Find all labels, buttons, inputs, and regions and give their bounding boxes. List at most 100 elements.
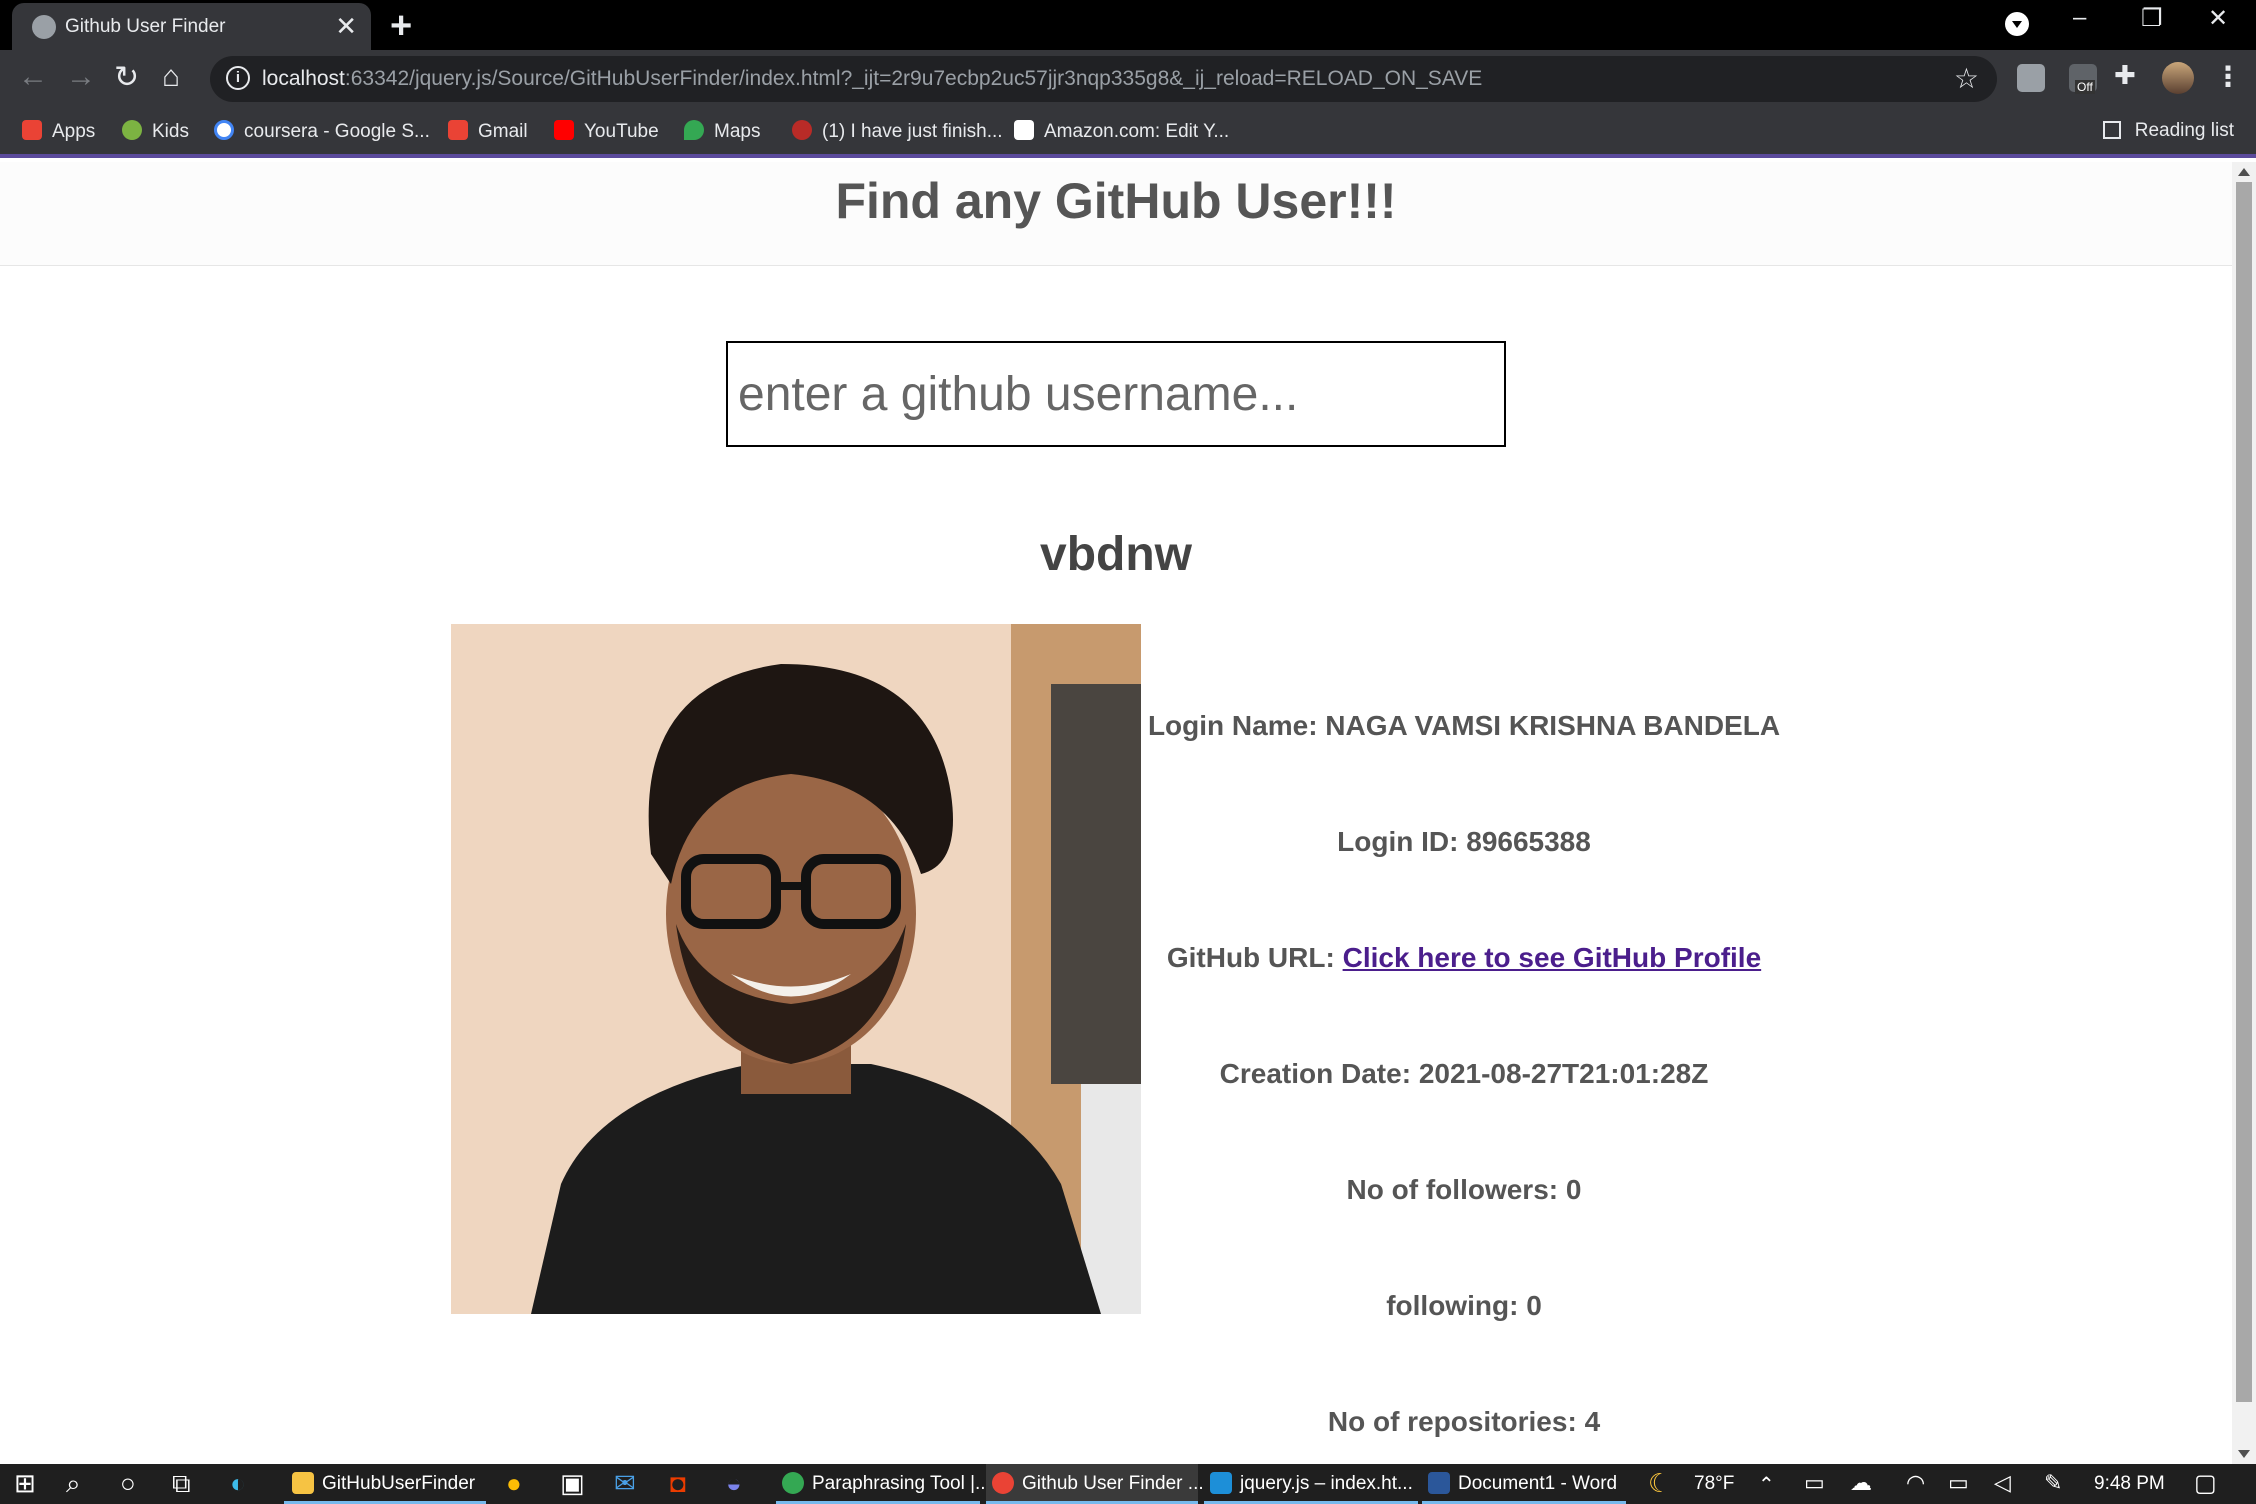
tab-title: Github User Finder bbox=[65, 16, 226, 37]
globe-icon bbox=[32, 15, 56, 39]
extensions-puzzle-icon[interactable]: ✚ bbox=[2114, 60, 2136, 91]
reload-icon[interactable]: ↻ bbox=[114, 60, 139, 95]
followers-line: No of followers: 0 bbox=[1346, 1174, 1582, 1205]
reading-list-icon bbox=[2102, 121, 2121, 139]
word-icon bbox=[1428, 1472, 1450, 1494]
bookmark-apps[interactable]: Apps bbox=[22, 120, 95, 143]
user-avatar-image bbox=[451, 624, 1141, 1314]
new-tab-button[interactable]: + bbox=[390, 5, 412, 48]
page-title: Find any GitHub User!!! bbox=[835, 173, 1397, 229]
followers-value: 0 bbox=[1565, 1174, 1582, 1205]
gmail-icon bbox=[448, 120, 468, 140]
reading-list-button[interactable]: Reading list bbox=[2102, 120, 2234, 142]
login-id-line: Login ID: 89665388 bbox=[1337, 826, 1591, 857]
cortana-icon[interactable]: ○ bbox=[120, 1468, 136, 1499]
bookmark-amazon[interactable]: Amazon.com: Edit Y... bbox=[1014, 120, 1229, 143]
extension-off-icon[interactable]: Off bbox=[2069, 64, 2097, 94]
weather-temp[interactable]: 78°F bbox=[1694, 1464, 1734, 1504]
browser-title-bar: Github User Finder ✕ + – ❐ ✕ bbox=[0, 0, 2256, 50]
folder-icon bbox=[292, 1472, 314, 1494]
following-line: following: 0 bbox=[1386, 1290, 1542, 1321]
apps-grid-icon bbox=[22, 120, 42, 140]
bookmark-star-icon[interactable]: ☆ bbox=[1954, 62, 1979, 95]
amazon-icon bbox=[1014, 120, 1034, 140]
extension-icon[interactable] bbox=[2017, 64, 2045, 92]
home-icon[interactable]: ⌂ bbox=[162, 60, 180, 94]
office-icon[interactable]: ◘ bbox=[670, 1468, 686, 1499]
avatar-photo bbox=[451, 624, 1141, 1314]
page-viewport: Find any GitHub User!!! vbdnw bbox=[0, 162, 2232, 1464]
teams-icon[interactable]: ◒ bbox=[726, 1468, 742, 1499]
taskbar-item-github-finder[interactable]: Github User Finder ... bbox=[986, 1464, 1204, 1504]
webstorm-icon bbox=[1210, 1472, 1232, 1494]
windows-taskbar: ⊞ ⌕ ○ ⧉ ◐ GitHubUserFinder ● ▣ ✉ ◘ ◒ Par… bbox=[0, 1464, 2256, 1504]
bookmark-kids[interactable]: Kids bbox=[122, 120, 189, 143]
bookmark-quora[interactable]: (1) I have just finish... bbox=[792, 120, 1003, 143]
repositories-line: No of repositories: 4 bbox=[1327, 1406, 1601, 1437]
wifi-icon[interactable]: ◠ bbox=[1906, 1470, 1925, 1496]
maps-pin-icon bbox=[684, 120, 704, 140]
taskbar-item-paraphrasing[interactable]: Paraphrasing Tool |... bbox=[776, 1464, 991, 1504]
bookmark-coursera[interactable]: coursera - Google S... bbox=[214, 120, 430, 143]
volume-icon[interactable]: ◁ bbox=[1994, 1470, 2011, 1496]
close-tab-icon[interactable]: ✕ bbox=[335, 11, 357, 42]
bookmarks-bar: Apps Kids coursera - Google S... Gmail Y… bbox=[0, 108, 2256, 158]
profile-avatar[interactable] bbox=[2162, 62, 2194, 94]
bookmark-youtube[interactable]: YouTube bbox=[554, 120, 659, 143]
chrome-small-icon bbox=[782, 1472, 804, 1494]
meet-icon[interactable]: ▭ bbox=[1804, 1470, 1825, 1496]
url-text: localhost:63342/jquery.js/Source/GitHubU… bbox=[262, 67, 1483, 90]
taskbar-item-word[interactable]: Document1 - Word bbox=[1422, 1464, 1626, 1504]
quora-icon bbox=[792, 120, 812, 140]
edge-icon[interactable]: ◐ bbox=[230, 1468, 246, 1499]
username-heading: vbdnw bbox=[1040, 528, 1192, 581]
battery-icon[interactable]: ▭ bbox=[1948, 1470, 1969, 1496]
mail-icon[interactable]: ✉ bbox=[614, 1468, 636, 1499]
notification-icon[interactable]: ▢ bbox=[2194, 1469, 2217, 1498]
chrome-small-icon bbox=[992, 1472, 1014, 1494]
back-arrow-icon[interactable]: ← bbox=[18, 60, 48, 94]
forward-arrow-icon[interactable]: → bbox=[66, 60, 96, 94]
windows-start-icon[interactable]: ⊞ bbox=[14, 1468, 36, 1499]
close-window-icon[interactable]: ✕ bbox=[2208, 4, 2228, 33]
weather-moon-icon: ☾ bbox=[1648, 1468, 1672, 1498]
address-bar[interactable]: i localhost:63342/jquery.js/Source/GitHu… bbox=[210, 56, 1997, 102]
scroll-down-icon[interactable] bbox=[2238, 1450, 2250, 1458]
restore-icon[interactable]: ❐ bbox=[2141, 4, 2163, 33]
menu-kebab-icon[interactable]: ⋮ bbox=[2214, 60, 2242, 93]
site-info-icon[interactable]: i bbox=[226, 66, 250, 90]
taskbar-item-webstorm[interactable]: jquery.js – index.ht... bbox=[1204, 1464, 1418, 1504]
github-url-line: GitHub URL: Click here to see GitHub Pro… bbox=[1166, 942, 1762, 973]
store-icon[interactable]: ▣ bbox=[560, 1468, 585, 1499]
login-name-value: NAGA VAMSI KRISHNA BANDELA bbox=[1325, 710, 1781, 741]
bookmark-maps[interactable]: Maps bbox=[684, 120, 760, 143]
clock-time[interactable]: 9:48 PM bbox=[2094, 1464, 2165, 1504]
bookmark-gmail[interactable]: Gmail bbox=[448, 120, 528, 143]
play-icon bbox=[122, 120, 142, 140]
task-view-icon[interactable]: ⧉ bbox=[172, 1468, 191, 1500]
creation-date-line: Creation Date: 2021-08-27T21:01:28Z bbox=[1219, 1058, 1709, 1089]
creation-date-value: 2021-08-27T21:01:28Z bbox=[1418, 1058, 1709, 1089]
tab-search-icon[interactable] bbox=[2005, 12, 2029, 36]
google-icon bbox=[214, 120, 234, 140]
login-id-value: 89665388 bbox=[1466, 826, 1591, 857]
page-scrollbar[interactable] bbox=[2232, 162, 2256, 1464]
youtube-icon bbox=[554, 120, 574, 140]
username-search-input[interactable] bbox=[726, 341, 1506, 447]
repositories-value: 4 bbox=[1584, 1406, 1601, 1437]
onedrive-cloud-icon[interactable]: ☁ bbox=[1850, 1470, 1872, 1496]
taskbar-item-explorer[interactable]: GitHubUserFinder bbox=[284, 1464, 486, 1504]
chevron-up-icon[interactable]: ⌃ bbox=[1758, 1472, 1775, 1497]
chrome-icon[interactable]: ● bbox=[506, 1468, 522, 1499]
pen-icon[interactable]: ✎ bbox=[2044, 1470, 2062, 1496]
browser-toolbar: ← → ↻ ⌂ i localhost:63342/jquery.js/Sour… bbox=[0, 50, 2256, 108]
minimize-icon[interactable]: – bbox=[2073, 4, 2086, 32]
following-value: 0 bbox=[1526, 1290, 1542, 1321]
login-name-line: Login Name: NAGA VAMSI KRISHNA BANDELA bbox=[1147, 710, 1781, 741]
search-icon[interactable]: ⌕ bbox=[66, 1468, 81, 1500]
github-profile-link[interactable]: Click here to see GitHub Profile bbox=[1343, 942, 1762, 973]
browser-tab-active[interactable]: Github User Finder ✕ bbox=[12, 3, 371, 50]
scroll-up-icon[interactable] bbox=[2238, 168, 2250, 176]
page-header: Find any GitHub User!!! bbox=[0, 162, 2232, 266]
scrollbar-thumb[interactable] bbox=[2236, 182, 2252, 1402]
